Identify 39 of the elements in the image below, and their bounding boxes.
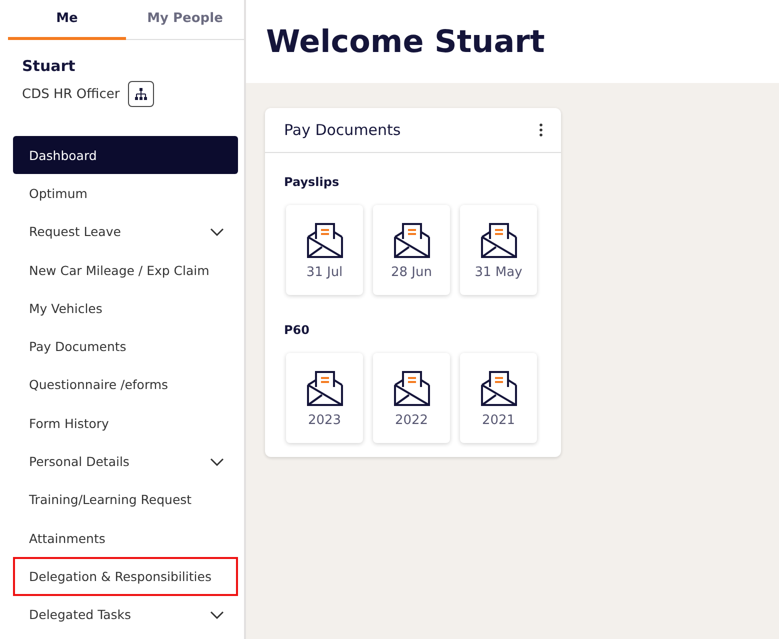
envelope-letter-icon <box>306 220 344 258</box>
tab[interactable]: Me <box>8 0 126 40</box>
envelope-letter-icon <box>306 368 344 406</box>
nav-item[interactable]: Optimum <box>13 174 238 213</box>
nav-item[interactable]: Form History <box>13 404 238 442</box>
chevron-down-icon <box>210 610 224 619</box>
envelope-letter-icon <box>480 368 518 406</box>
nav-item[interactable]: Attainments <box>13 518 238 558</box>
nav-item[interactable]: My Vehicles <box>13 289 238 328</box>
section-heading: P60 <box>284 323 310 337</box>
nav-item[interactable]: Delegation & Responsibilities <box>13 557 238 596</box>
nav-item[interactable]: Delegated Tasks <box>13 596 238 634</box>
nav-item[interactable]: Questionnaire /eforms <box>13 366 238 404</box>
nav-item[interactable]: Training/Learning Request <box>13 480 238 519</box>
tab[interactable]: My People <box>126 0 244 40</box>
user-name: Stuart <box>22 57 76 75</box>
page-title: Welcome Stuart <box>266 24 545 60</box>
document-tile[interactable]: 2021 <box>460 353 537 443</box>
chevron-down-icon <box>210 458 224 466</box>
document-tile[interactable]: 31 May <box>460 205 537 295</box>
nav-item[interactable]: Pay Documents <box>13 327 238 366</box>
document-tile[interactable]: 28 Jun <box>373 205 450 295</box>
document-tile[interactable]: 2023 <box>286 353 363 443</box>
user-role: CDS HR Officer <box>22 86 120 102</box>
card-title: Pay Documents <box>284 121 401 139</box>
document-tile[interactable]: 31 Jul <box>286 205 363 295</box>
envelope-letter-icon <box>392 220 430 258</box>
envelope-letter-icon <box>392 368 430 406</box>
chevron-down-icon <box>210 228 224 236</box>
envelope-letter-icon <box>480 220 518 258</box>
org-chart-button[interactable] <box>128 81 154 107</box>
kebab-menu-icon <box>539 123 543 137</box>
section-heading: Payslips <box>284 175 340 189</box>
nav-item[interactable]: Request Leave <box>13 212 238 251</box>
document-tile[interactable]: 2022 <box>373 353 450 443</box>
nav-item[interactable]: Personal Details <box>13 442 238 481</box>
nav-item[interactable]: Dashboard <box>13 136 238 174</box>
nav-item[interactable]: New Car Mileage / Exp Claim <box>13 250 238 290</box>
hierarchy-icon <box>134 87 148 101</box>
